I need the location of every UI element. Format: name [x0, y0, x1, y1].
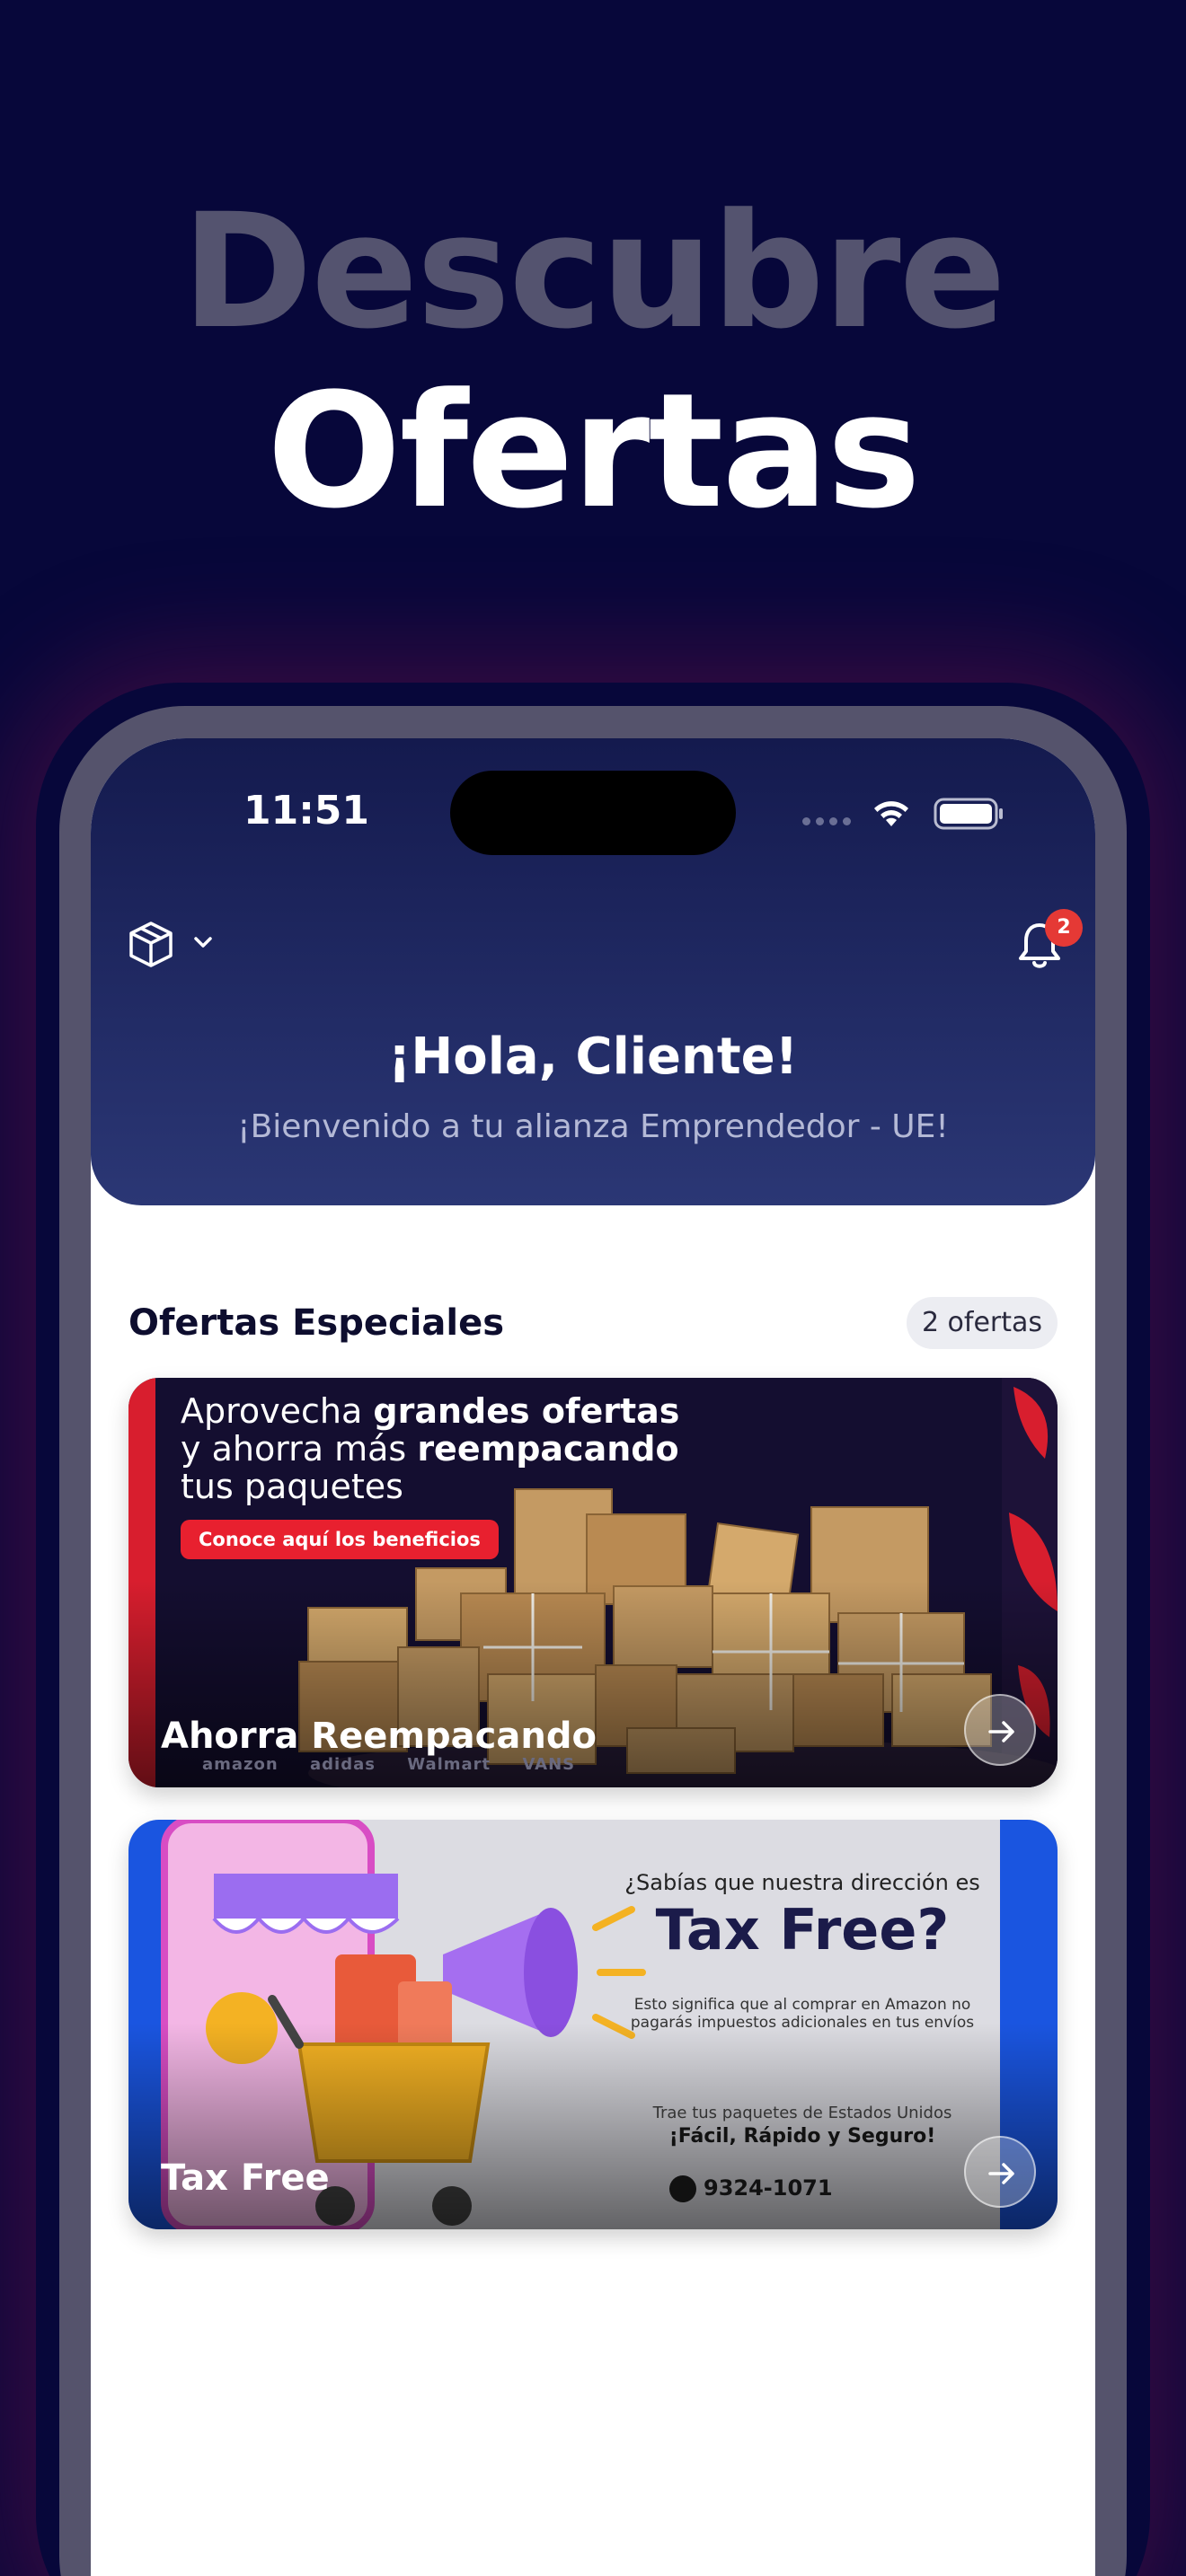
- tax-description: Esto significa que al comprar en Amazon …: [630, 1996, 975, 2032]
- box-icon[interactable]: [125, 918, 177, 970]
- brand-logo: amazon: [202, 1755, 279, 1774]
- headline-line2: Ofertas: [266, 359, 921, 543]
- card-arrow-button[interactable]: [964, 1694, 1036, 1766]
- offer-card-tax-free[interactable]: ¿Sabías que nuestra dirección es Tax Fre…: [128, 1820, 1058, 2229]
- promo-headline: Aprovecha grandes ofertas y ahorra más r…: [181, 1391, 680, 1506]
- offer-card-reempacando[interactable]: Aprovecha grandes ofertas y ahorra más r…: [128, 1378, 1058, 1787]
- headline-line1: Descubre: [181, 180, 1006, 364]
- welcome-subtitle: ¡Bienvenido a tu alianza Emprendedor - U…: [237, 1108, 949, 1145]
- offers-count-badge: 2 ofertas: [907, 1297, 1058, 1349]
- card-title: Ahorra Reempacando: [161, 1716, 597, 1757]
- chevron-down-icon[interactable]: [191, 931, 215, 954]
- greeting-title: ¡Hola, Cliente!: [387, 1028, 799, 1086]
- card-title: Tax Free: [161, 2157, 330, 2199]
- card-arrow-button[interactable]: [964, 2136, 1036, 2208]
- tax-trae-text: Trae tus paquetes de Estados Unidos: [652, 2104, 952, 2122]
- phone-number: 9324-1071: [704, 2175, 833, 2201]
- dynamic-island: [450, 771, 736, 855]
- brand-logo: adidas: [310, 1755, 376, 1774]
- arrow-right-icon: [988, 2163, 1014, 2184]
- tax-phone: 9324-1071: [669, 2175, 833, 2202]
- arrow-right-icon: [988, 1721, 1014, 1742]
- signal-icon: [802, 817, 851, 825]
- tax-free-heading: Tax Free?: [655, 1897, 950, 1963]
- brand-logos: amazon adidas Walmart VANS: [202, 1755, 600, 1774]
- wifi-icon: [874, 801, 908, 826]
- section-title: Ofertas Especiales: [128, 1302, 505, 1344]
- tax-question: ¿Sabías que nuestra dirección es: [624, 1870, 980, 1895]
- status-time: 11:51: [243, 788, 370, 834]
- benefits-pill: Conoce aquí los beneficios: [181, 1520, 499, 1559]
- tax-slogan: ¡Fácil, Rápido y Seguro!: [668, 2125, 936, 2148]
- app-screen: 11:51 2 ¡Hola, Cliente! ¡Bienvenido a tu…: [91, 738, 1095, 2576]
- battery-icon: [934, 798, 1003, 830]
- notification-badge: 2: [1045, 909, 1083, 947]
- brand-logo: Walmart: [407, 1755, 491, 1774]
- brand-logo: VANS: [522, 1755, 576, 1774]
- phone-icon: [669, 2175, 696, 2202]
